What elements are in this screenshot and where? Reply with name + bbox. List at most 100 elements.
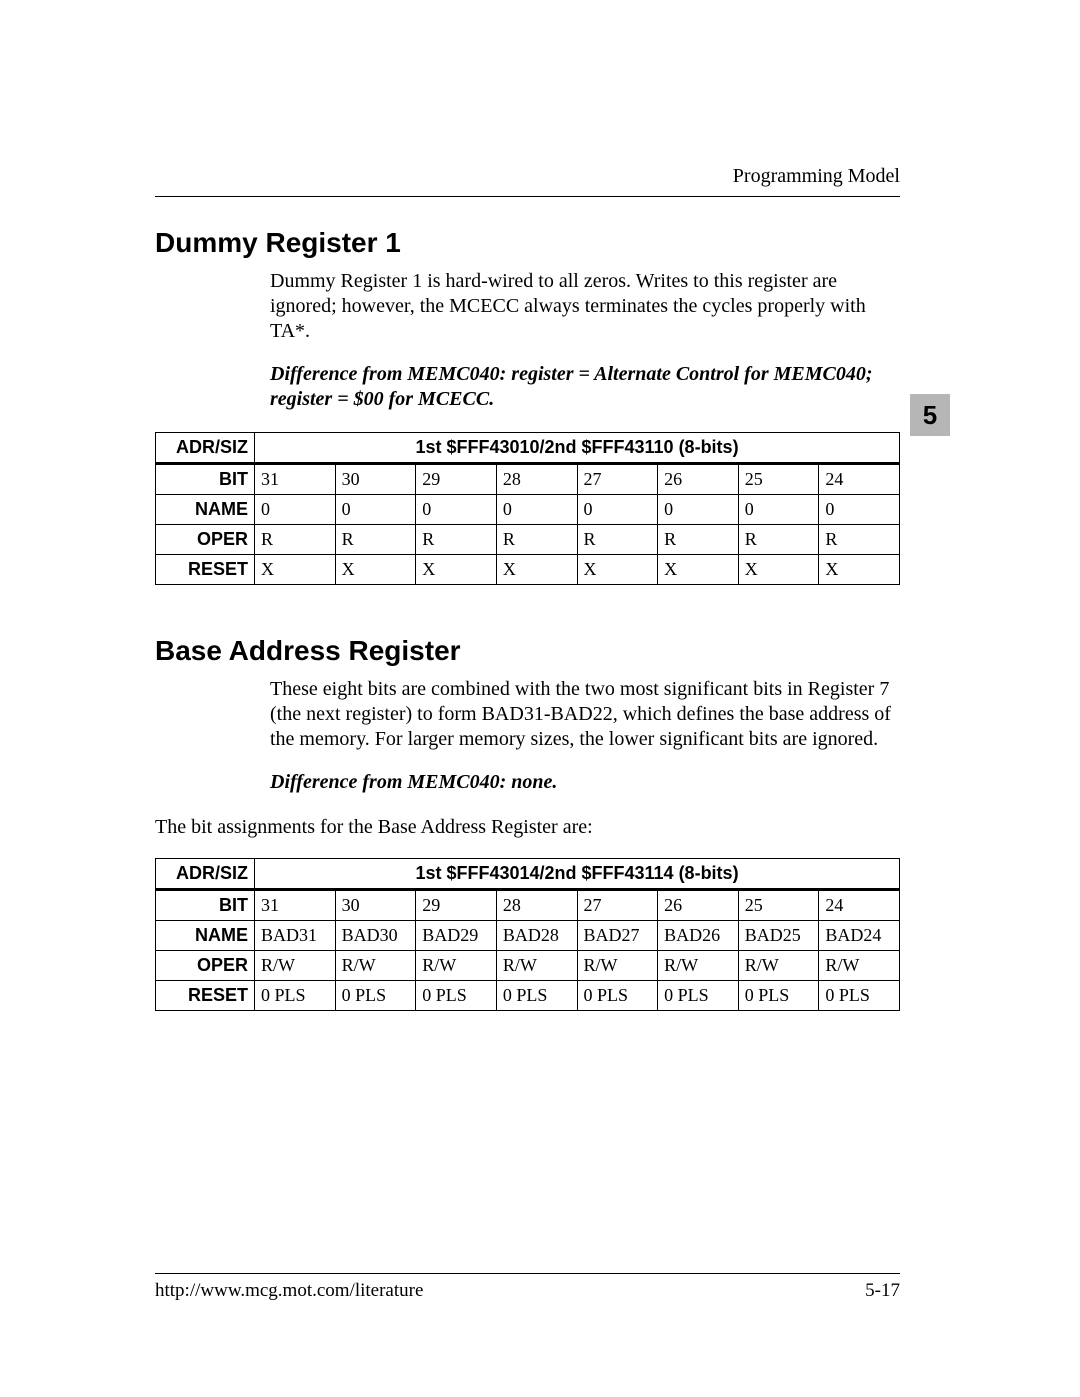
table-row: RESET 0 PLS 0 PLS 0 PLS 0 PLS 0 PLS 0 PL… (156, 981, 900, 1011)
cell: 0 PLS (416, 981, 497, 1011)
cell: 24 (819, 464, 900, 495)
cell: 0 (738, 495, 819, 525)
cell: 0 (255, 495, 336, 525)
cell: 0 PLS (658, 981, 739, 1011)
row-label-reset: RESET (156, 555, 255, 585)
cell: R (738, 525, 819, 555)
section1-title: Dummy Register 1 (155, 227, 900, 259)
table-row: BIT 31 30 29 28 27 26 25 24 (156, 890, 900, 921)
cell: R/W (577, 951, 658, 981)
cell: R (496, 525, 577, 555)
cell: X (819, 555, 900, 585)
cell: X (335, 555, 416, 585)
table-row: BIT 31 30 29 28 27 26 25 24 (156, 464, 900, 495)
footer: http://www.mcg.mot.com/literature 5-17 (155, 1273, 900, 1302)
cell: R (335, 525, 416, 555)
table-row: ADR/SIZ 1st $FFF43010/2nd $FFF43110 (8-b… (156, 433, 900, 464)
adr-value: 1st $FFF43010/2nd $FFF43110 (8-bits) (255, 433, 900, 464)
cell: 0 (335, 495, 416, 525)
cell: X (496, 555, 577, 585)
section1-diff: Difference from MEMC040: register = Alte… (270, 362, 900, 412)
cell: BAD30 (335, 921, 416, 951)
chapter-tab: 5 (910, 394, 950, 436)
section2-diff: Difference from MEMC040: none. (270, 770, 900, 795)
cell: R/W (335, 951, 416, 981)
cell: 29 (416, 464, 497, 495)
cell: 25 (738, 464, 819, 495)
cell: BAD31 (255, 921, 336, 951)
row-label-reset: RESET (156, 981, 255, 1011)
row-label-oper: OPER (156, 525, 255, 555)
footer-rule (155, 1273, 900, 1274)
cell: 0 PLS (738, 981, 819, 1011)
cell: 30 (335, 890, 416, 921)
row-label-name: NAME (156, 495, 255, 525)
row-label-name: NAME (156, 921, 255, 951)
cell: 30 (335, 464, 416, 495)
cell: R (819, 525, 900, 555)
cell: 28 (496, 464, 577, 495)
cell: 0 PLS (577, 981, 658, 1011)
cell: 31 (255, 464, 336, 495)
cell: 24 (819, 890, 900, 921)
cell: R/W (658, 951, 739, 981)
cell: 31 (255, 890, 336, 921)
cell: 0 PLS (819, 981, 900, 1011)
cell: 27 (577, 464, 658, 495)
table-row: OPER R R R R R R R R (156, 525, 900, 555)
page: Programming Model Dummy Register 1 Dummy… (0, 0, 1080, 1397)
running-head: Programming Model (155, 165, 900, 188)
cell: BAD28 (496, 921, 577, 951)
footer-url: http://www.mcg.mot.com/literature (155, 1280, 423, 1302)
cell: BAD26 (658, 921, 739, 951)
cell: X (255, 555, 336, 585)
cell: X (577, 555, 658, 585)
section1-para: Dummy Register 1 is hard-wired to all ze… (270, 269, 900, 344)
row-label-bit: BIT (156, 890, 255, 921)
base-address-register-table: ADR/SIZ 1st $FFF43014/2nd $FFF43114 (8-b… (155, 858, 900, 1011)
cell: BAD24 (819, 921, 900, 951)
cell: 0 PLS (496, 981, 577, 1011)
row-label-bit: BIT (156, 464, 255, 495)
dummy-register-table: ADR/SIZ 1st $FFF43010/2nd $FFF43110 (8-b… (155, 432, 900, 585)
adr-value: 1st $FFF43014/2nd $FFF43114 (8-bits) (255, 859, 900, 890)
cell: R/W (496, 951, 577, 981)
cell: BAD27 (577, 921, 658, 951)
table-row: RESET X X X X X X X X (156, 555, 900, 585)
cell: 0 (577, 495, 658, 525)
cell: BAD29 (416, 921, 497, 951)
cell: 29 (416, 890, 497, 921)
cell: 0 (496, 495, 577, 525)
section2-title: Base Address Register (155, 635, 900, 667)
cell: 27 (577, 890, 658, 921)
header-rule (155, 196, 900, 197)
section2-body: These eight bits are combined with the t… (270, 677, 900, 840)
cell: 0 (658, 495, 739, 525)
cell: R/W (255, 951, 336, 981)
cell: R/W (819, 951, 900, 981)
cell: BAD25 (738, 921, 819, 951)
cell: R (255, 525, 336, 555)
table-row: OPER R/W R/W R/W R/W R/W R/W R/W R/W (156, 951, 900, 981)
section1-body: Dummy Register 1 is hard-wired to all ze… (270, 269, 900, 412)
section2-para: These eight bits are combined with the t… (270, 677, 900, 752)
cell: R (658, 525, 739, 555)
footer-page: 5-17 (865, 1280, 900, 1302)
row-label-adr: ADR/SIZ (156, 859, 255, 890)
table-row: ADR/SIZ 1st $FFF43014/2nd $FFF43114 (8-b… (156, 859, 900, 890)
cell: 26 (658, 464, 739, 495)
cell: 0 (819, 495, 900, 525)
cell: 0 PLS (335, 981, 416, 1011)
cell: R (416, 525, 497, 555)
row-label-oper: OPER (156, 951, 255, 981)
cell: R/W (416, 951, 497, 981)
cell: R/W (738, 951, 819, 981)
cell: 0 PLS (255, 981, 336, 1011)
row-label-adr: ADR/SIZ (156, 433, 255, 464)
cell: 0 (416, 495, 497, 525)
cell: R (577, 525, 658, 555)
table-row: NAME 0 0 0 0 0 0 0 0 (156, 495, 900, 525)
cell: X (738, 555, 819, 585)
table-row: NAME BAD31 BAD30 BAD29 BAD28 BAD27 BAD26… (156, 921, 900, 951)
cell: 26 (658, 890, 739, 921)
